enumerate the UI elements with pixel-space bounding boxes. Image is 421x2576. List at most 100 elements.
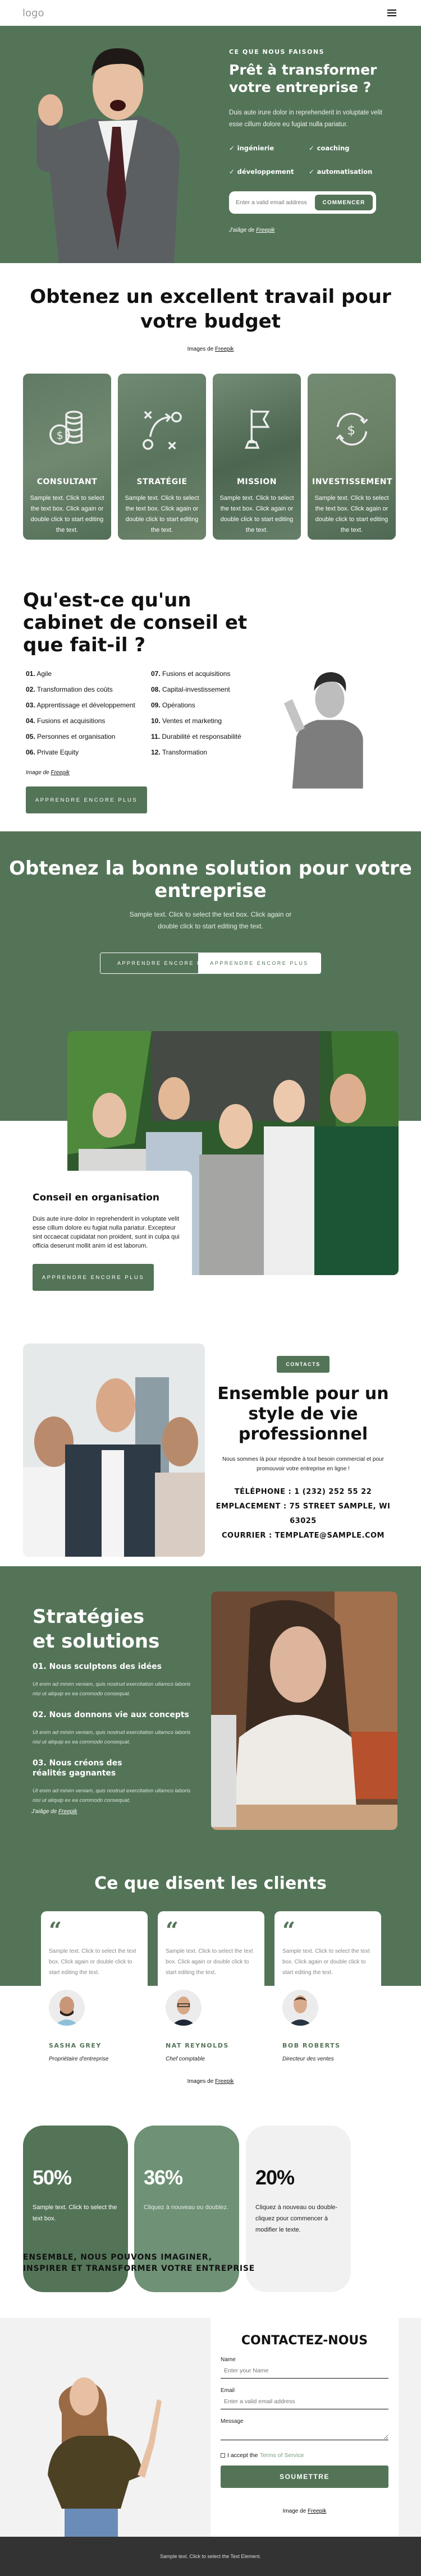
svg-text:$: $ [56, 429, 63, 442]
testimonials-section: Ce que disent les clients “ Sample text.… [0, 1847, 421, 2094]
services-title: Obtenez un excellent travail pour votre … [30, 286, 391, 333]
testimonial-card: “ Sample text. Click to select the text … [41, 1911, 148, 1986]
list-item: 06. Private Equity [26, 748, 79, 756]
freepik-link[interactable]: Freepik [308, 2508, 326, 2514]
organisation-text: Duis aute irure dolor in reprehenderit i… [33, 1216, 180, 1249]
footer: Sample text. Click to select the Text El… [0, 2537, 421, 2576]
terms-checkbox[interactable] [221, 2453, 225, 2458]
coins-dollar-icon: $ [49, 411, 83, 445]
logo[interactable]: logo [22, 7, 44, 19]
list-item: 02. Transformation des coûts [26, 686, 113, 693]
service-card[interactable]: STRATÉGIE Sample text. Click to select t… [118, 374, 206, 540]
name-input[interactable] [221, 2363, 388, 2379]
testimonials-title: Ce que disent les clients [94, 1874, 327, 1893]
strategy-text: Ut enim ad minim veniam, quis nostrud ex… [33, 1729, 191, 1745]
hero-email-input[interactable] [236, 199, 314, 206]
service-card[interactable]: $ CONSULTANT Sample text. Click to selec… [23, 374, 111, 540]
contact-form-section: CONTACTEZ-NOUS Name Email Message I acce… [0, 2318, 421, 2537]
message-textarea[interactable] [221, 2425, 388, 2440]
author-name: NAT REYNOLDS [166, 2042, 229, 2049]
name-label: Name [221, 2357, 236, 2363]
testimonial-author: SASHA GREY Propriétaire d'entreprise [41, 1990, 148, 2062]
stat-text: Cliquez à nouveau ou double-cliquez pour… [255, 2204, 338, 2233]
stat-text: Cliquez à nouveau ou doublez. [144, 2204, 229, 2211]
author-role: Directeur des ventes [282, 2056, 334, 2062]
submit-button[interactable]: SOUMETTRE [221, 2465, 388, 2488]
services-list: 01. Agile 07. Fusions et acquisitions 02… [26, 670, 263, 756]
contacts-content: CONTACTS Ensemble pour un style de vie p… [213, 1356, 393, 1543]
author-role: Propriétaire d'entreprise [49, 2056, 109, 2062]
list-item: 05. Personnes et organisation [26, 733, 116, 740]
image-credit: Image de Freepik [282, 2508, 327, 2514]
freepik-link[interactable]: Freepik [58, 1809, 77, 1815]
contacts-title: Ensemble pour un style de vie profession… [217, 1384, 389, 1444]
strategy-play-icon [142, 411, 182, 450]
list-item: 09. Opérations [151, 701, 195, 709]
hero-content: CE QUE NOUS FAISONS Prêt à transformer v… [229, 48, 397, 233]
hero-eyebrow: CE QUE NOUS FAISONS [229, 48, 325, 56]
quote-icon: “ [49, 1917, 62, 1944]
strategy-title: 02. Nous donnons vie aux concepts [33, 1710, 189, 1719]
contact-form-title: CONTACTEZ-NOUS [241, 2334, 368, 2348]
contacts-badge: CONTACTS [277, 1356, 330, 1373]
hamburger-icon[interactable] [387, 10, 396, 16]
hero-title: Prêt à transformer votre entreprise ? [229, 62, 377, 95]
feature-item: ✓ coaching [309, 144, 350, 152]
avatar [166, 1990, 202, 2026]
learn-more-button-secondary[interactable]: APPRENDRE ENCORE PLUS [198, 953, 321, 973]
service-card[interactable]: $ INVESTISSEMENT Sample text. Click to s… [308, 374, 396, 540]
stat-text: Sample text. Click to select the text bo… [33, 2204, 117, 2222]
stat-value: 36% [144, 2166, 183, 2189]
solution-title: Obtenez la bonne solution pour votre ent… [9, 857, 412, 902]
list-item: 12. Transformation [151, 748, 208, 756]
freepik-link[interactable]: Freepik [51, 770, 69, 776]
card-text: Sample text. Click to select the text bo… [219, 495, 294, 533]
learn-more-button[interactable]: APPRENDRE ENCORE PLUS [26, 786, 147, 813]
list-item: 08. Capital-investissement [151, 686, 230, 693]
service-card[interactable]: MISSION Sample text. Click to select the… [213, 374, 301, 540]
card-text: Sample text. Click to select the text bo… [30, 495, 104, 533]
feature-item: ✓ ingénierie [229, 144, 274, 152]
organisation-title: Conseil en organisation [33, 1192, 159, 1203]
card-text: Sample text. Click to select the text bo… [314, 495, 389, 533]
card-title: CONSULTANT [36, 477, 98, 486]
location-info: EMPLACEMENT : 75 STREET SAMPLE, WI 63025 [216, 1502, 391, 1525]
learn-more-button-primary[interactable]: APPRENDRE ENCORE PLUS [100, 953, 198, 973]
message-field-group: Message [221, 2418, 388, 2443]
avatar [49, 1990, 85, 2026]
button-group: APPRENDRE ENCORE PLUS APPRENDRE ENCORE P… [100, 953, 321, 974]
consulting-title: Qu'est-ce qu'un cabinet de conseil et qu… [23, 589, 248, 656]
flag-icon [244, 409, 269, 449]
card-title: MISSION [236, 477, 277, 486]
contacts-text: Nous sommes là pour répondre à tout beso… [222, 1456, 384, 1472]
freepik-link[interactable]: Freepik [215, 2078, 234, 2085]
dollar-cycle-icon: $ [335, 412, 368, 446]
list-item: 03. Apprentissage et développement [26, 701, 135, 709]
email-input[interactable] [221, 2394, 388, 2409]
check-icon: ✓ [229, 168, 235, 176]
start-button[interactable]: COMMENCER [315, 195, 373, 210]
pointing-woman-photo [48, 2377, 162, 2537]
list-item: 04. Fusions et acquisitions [26, 717, 106, 725]
freepik-link[interactable]: Freepik [256, 227, 274, 233]
check-icon: ✓ [309, 144, 314, 152]
card-text: Sample text. Click to select the text bo… [125, 495, 199, 533]
solution-section: Obtenez la bonne solution pour votre ent… [0, 831, 421, 1022]
hero-man-photo [36, 48, 180, 263]
avatar [282, 1990, 318, 2026]
author-role: Chef comptable [166, 2056, 205, 2062]
author-name: SASHA GREY [49, 2042, 102, 2049]
feature-item: ✓ automatisation [309, 168, 373, 176]
freepik-link[interactable]: Freepik [215, 346, 234, 352]
mail-info: COURRIER : TEMPLATE@SAMPLE.COM [222, 1531, 385, 1540]
learn-more-button[interactable]: APPRENDRE ENCORE PLUS [33, 1264, 154, 1291]
testimonial-author: BOB ROBERTS Directeur des ventes [274, 1990, 381, 2062]
card-title: STRATÉGIE [136, 477, 187, 486]
contact-form: CONTACTEZ-NOUS Name Email Message I acce… [210, 2318, 399, 2537]
list-item: 10. Ventes et marketing [151, 717, 222, 725]
terms-link[interactable]: Terms of Service [260, 2452, 304, 2459]
feature-list: ✓ ingénierie ✓ coaching ✓ développement ✓ au… [229, 144, 397, 176]
services-section: Obtenez un excellent travail pour votre … [0, 263, 421, 540]
stat-value: 50% [33, 2166, 72, 2189]
strategy-title: 01. Nous sculptons des idées [33, 1662, 162, 1671]
